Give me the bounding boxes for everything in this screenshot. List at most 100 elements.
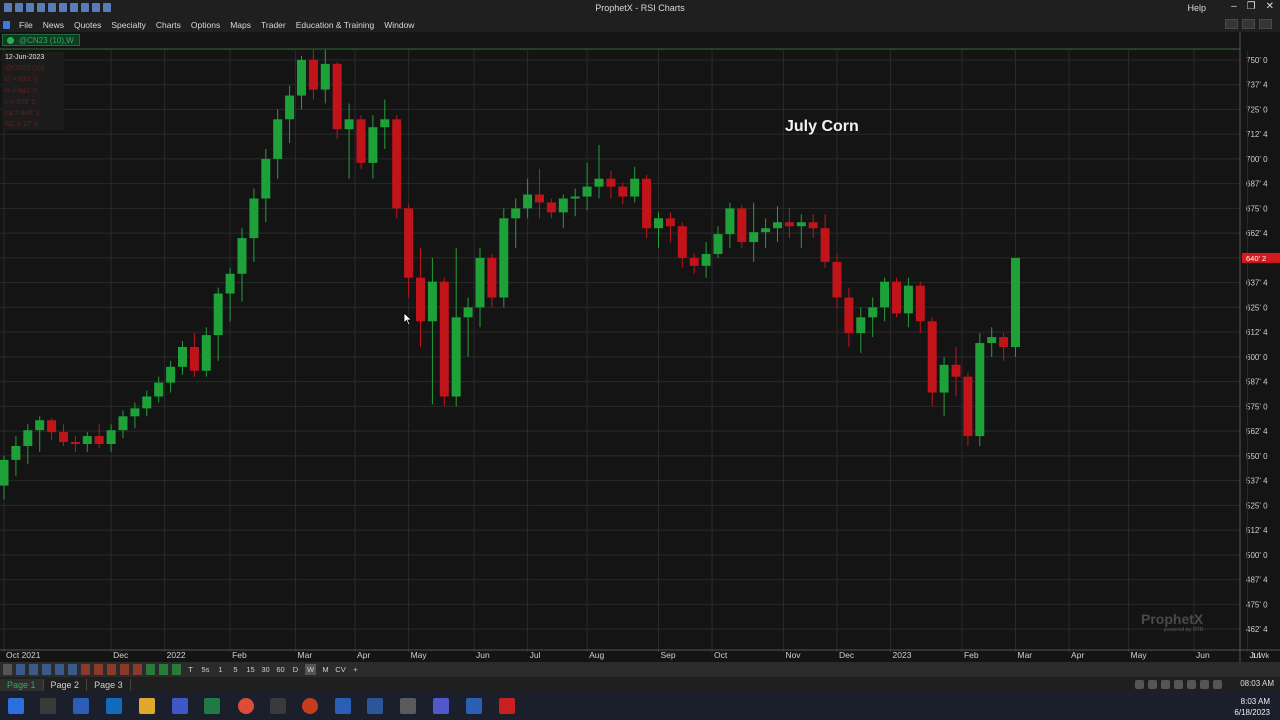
word-icon[interactable] — [367, 698, 383, 714]
powerpoint-icon[interactable] — [302, 698, 318, 714]
status-layout-icon[interactable] — [1187, 680, 1196, 689]
interval-1-button[interactable]: 1 — [215, 664, 226, 675]
interval-5s-button[interactable]: 5s — [200, 664, 211, 675]
x-tick-label: Mar — [1018, 650, 1033, 660]
status-alert-icon[interactable] — [1161, 680, 1170, 689]
candle-body-up — [225, 273, 235, 294]
interval-daily-button[interactable]: D — [290, 664, 301, 675]
candle-body-up — [523, 194, 533, 209]
status-connection-icon[interactable] — [1135, 680, 1144, 689]
chrome-icon[interactable] — [238, 698, 254, 714]
acrobat-icon[interactable] — [499, 698, 515, 714]
window-icon[interactable] — [73, 698, 89, 714]
menu-trader[interactable]: Trader — [256, 20, 291, 30]
task-view-icon[interactable] — [40, 698, 56, 714]
candle-body-up — [166, 366, 176, 383]
x-tick-label: Dec — [839, 650, 855, 660]
menu-charts[interactable]: Charts — [151, 20, 186, 30]
fibonacci-tool-icon[interactable] — [94, 664, 103, 675]
status-currency-icon[interactable] — [1148, 680, 1157, 689]
trendline-tool-icon[interactable] — [107, 664, 116, 675]
bar-tool-icon[interactable] — [172, 664, 181, 675]
tab-page-3[interactable]: Page 3 — [87, 678, 131, 691]
status-info-icon[interactable] — [1213, 680, 1222, 689]
chart-type-icon[interactable] — [42, 664, 51, 675]
redo-icon[interactable] — [68, 664, 77, 675]
add-study-button[interactable]: + — [350, 664, 361, 675]
undo-icon[interactable] — [55, 664, 64, 675]
interval-tick-button[interactable]: T — [185, 664, 196, 675]
zoom-tool-icon[interactable] — [29, 664, 38, 675]
child-minimize-button[interactable] — [1225, 19, 1238, 29]
child-close-button[interactable] — [1259, 19, 1272, 29]
calendar-icon[interactable] — [172, 698, 188, 714]
candle-body-down — [737, 208, 747, 243]
y-tick-label: 675' 0 — [1246, 204, 1268, 213]
candle-body-down — [689, 257, 699, 266]
candle-body-down — [963, 376, 973, 437]
interval-15-button[interactable]: 15 — [245, 664, 256, 675]
y-tick-label: 637' 4 — [1246, 279, 1268, 288]
symbol-tab[interactable]: @CN23 (10),W — [2, 34, 80, 46]
continuation-button[interactable]: CV — [335, 664, 346, 675]
interval-5-button[interactable]: 5 — [230, 664, 241, 675]
page-tab-bar: Page 1 Page 2 Page 3 08:03 AM — [0, 677, 1280, 692]
taskbar-clock[interactable]: 8:03 AM 6/18/2023 — [1234, 696, 1270, 718]
close-button[interactable]: ✕ — [1266, 1, 1274, 12]
prophetx-task-icon[interactable] — [335, 698, 351, 714]
tab-page-1[interactable]: Page 1 — [0, 678, 44, 691]
tab-page-2[interactable]: Page 2 — [44, 678, 88, 691]
teams-icon[interactable] — [433, 698, 449, 714]
help-menu[interactable]: Help — [1187, 3, 1206, 13]
text-tool-icon[interactable] — [133, 664, 142, 675]
excel-icon[interactable] — [204, 698, 220, 714]
prophetx-second-icon[interactable] — [466, 698, 482, 714]
menu-file[interactable]: File — [14, 20, 38, 30]
minimize-button[interactable]: – — [1231, 1, 1237, 12]
x-tick-label: Jun — [476, 650, 490, 660]
calculator-icon[interactable] — [400, 698, 416, 714]
child-restore-button[interactable] — [1242, 19, 1255, 29]
mouse-cursor-icon — [403, 312, 413, 326]
candle-body-down — [618, 186, 628, 197]
menu-window[interactable]: Window — [379, 20, 419, 30]
chart-window[interactable]: 750' 0 737' 4 725' 0 712' 4 700' 0 687' 4 675'… — [0, 32, 1280, 662]
maximize-button[interactable]: ❐ — [1247, 1, 1256, 12]
y-tick-label: 587' 4 — [1246, 378, 1268, 387]
study-tool-icon[interactable] — [146, 664, 155, 675]
interval-weekly-button[interactable]: W — [305, 664, 316, 675]
menu-maps[interactable]: Maps — [225, 20, 256, 30]
channel-tool-icon[interactable] — [120, 664, 129, 675]
y-tick-label: 737' 4 — [1246, 81, 1268, 90]
candle-body-down — [820, 228, 830, 262]
menu-options[interactable]: Options — [186, 20, 225, 30]
line-tool-icon[interactable] — [159, 664, 168, 675]
menu-quotes[interactable]: Quotes — [69, 20, 106, 30]
crosshair-tool-icon[interactable] — [16, 664, 25, 675]
watermark-subtext: powered by DTN — [1163, 627, 1204, 633]
status-grid-icon[interactable] — [1200, 680, 1209, 689]
candle-body-up — [749, 232, 759, 243]
start-button-icon[interactable] — [8, 698, 24, 714]
candle-body-down — [535, 194, 544, 203]
interval-monthly-button[interactable]: M — [320, 664, 331, 675]
prophetx-logo-icon[interactable] — [3, 20, 10, 29]
interval-30-button[interactable]: 30 — [260, 664, 271, 675]
file-explorer-icon[interactable] — [139, 698, 155, 714]
menu-news[interactable]: News — [38, 20, 69, 30]
status-window-icon[interactable] — [1174, 680, 1183, 689]
symbol-tab-label: @CN23 (10),W — [19, 36, 74, 45]
menu-education-training[interactable]: Education & Training — [291, 20, 379, 30]
app-clock: 08:03 AM — [1240, 679, 1274, 688]
data-box-date: 12-Jun-2023 — [5, 54, 45, 61]
candle-body-up — [23, 430, 33, 446]
candlestick-chart[interactable]: 750' 0 737' 4 725' 0 712' 4 700' 0 687' 4 675'… — [0, 32, 1280, 662]
interval-60-button[interactable]: 60 — [275, 664, 286, 675]
cursor-tool-icon[interactable] — [3, 664, 12, 675]
y-tick-label: 562' 4 — [1246, 427, 1268, 436]
menu-specialty[interactable]: Specialty — [106, 20, 151, 30]
candle-body-up — [154, 382, 164, 397]
outlook-icon[interactable] — [106, 698, 122, 714]
draw-tool-icon[interactable] — [81, 664, 90, 675]
tool-icon[interactable] — [270, 698, 286, 714]
